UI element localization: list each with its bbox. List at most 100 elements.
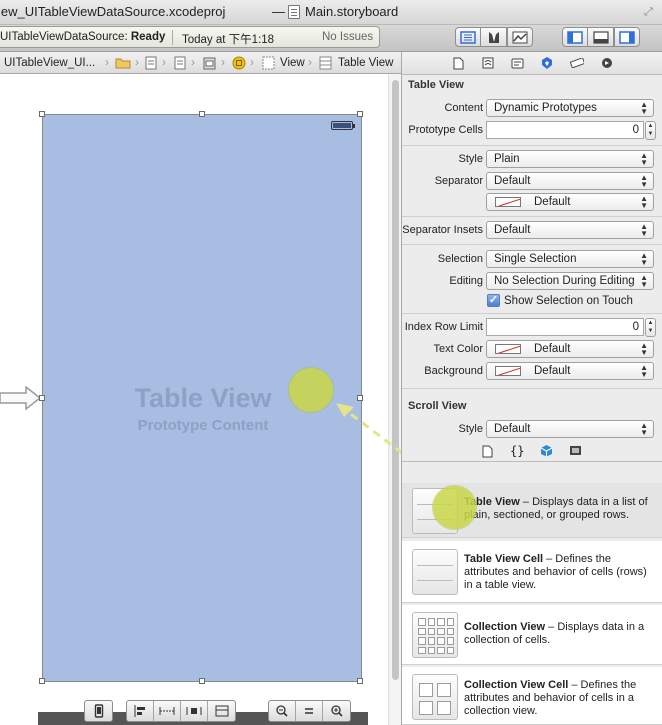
popup-arrows-icon: ▲ ▼ <box>640 194 648 210</box>
background-label: Background <box>424 365 483 377</box>
code-snippet-tab[interactable]: {} <box>510 444 524 458</box>
zoom-out-icon <box>276 705 288 717</box>
separator-insets-value: Default <box>494 224 531 236</box>
prototype-cells-stepper[interactable]: ▲ ▼ <box>645 121 656 140</box>
resizing-button[interactable] <box>208 701 235 721</box>
attributes-icon <box>542 57 552 69</box>
background-value: Default <box>534 365 571 377</box>
show-selection-checkbox[interactable]: ✓ <box>487 294 500 307</box>
utilities-toggle-button[interactable] <box>614 27 640 47</box>
storyboard-icon <box>288 5 300 19</box>
file-inspector-tab[interactable] <box>451 56 465 70</box>
window-titlebar: iew_UITableViewDataSource.xcodeproj — Ma… <box>0 0 662 25</box>
collection-view-cell-thumbnail-icon <box>412 674 458 720</box>
jump-bar: UITableView_UI... › › › › › › View › Tab… <box>0 52 401 74</box>
popup-arrows-icon: ▲ ▼ <box>640 421 648 437</box>
text-color-value: Default <box>534 343 571 355</box>
text-color-label: Text Color <box>433 343 483 355</box>
index-row-limit-stepper[interactable]: ▲ ▼ <box>645 318 656 337</box>
editing-popup[interactable]: No Selection During Editing ▲ ▼ <box>486 272 654 290</box>
resize-handle[interactable] <box>39 111 45 117</box>
connections-icon <box>602 58 612 68</box>
library-tabs: {} <box>402 440 662 462</box>
storyboard-file-icon[interactable] <box>174 56 186 70</box>
size-inspector-tab[interactable] <box>570 56 584 70</box>
selection-popup[interactable]: Single Selection ▲ ▼ <box>486 250 654 268</box>
quick-help-tab[interactable] <box>481 56 495 70</box>
storyboard-file-icon[interactable] <box>145 56 157 70</box>
file-icon <box>453 57 463 69</box>
jump-item-project[interactable]: UITableView_UI... <box>4 57 95 69</box>
jump-item-table-view[interactable]: Table View <box>338 57 393 69</box>
title-separator: — <box>272 4 285 19</box>
initial-scene-arrow-icon <box>0 386 42 411</box>
main-toolbar: UITableViewDataSource: Ready Today at 下午… <box>0 25 662 52</box>
index-row-limit-field[interactable]: 0 <box>486 318 644 336</box>
separator-insets-popup[interactable]: Default ▲ ▼ <box>486 221 654 239</box>
chevron-right-icon: › <box>135 55 139 69</box>
attributes-inspector-tab[interactable] <box>540 56 554 70</box>
resize-handle[interactable] <box>357 111 363 117</box>
standard-editor-button[interactable] <box>455 27 481 47</box>
library-item-table-view-cell[interactable]: Table View Cell – Defines the attributes… <box>402 541 662 603</box>
scroll-style-popup[interactable]: Default ▲ ▼ <box>486 420 654 438</box>
prototype-cells-field[interactable]: 0 <box>486 121 644 139</box>
separator-popup[interactable]: Default ▲ ▼ <box>486 172 654 190</box>
document-outline-button[interactable] <box>85 701 112 721</box>
separator-color-popup[interactable]: Default ▲ ▼ <box>486 193 654 211</box>
resize-handle[interactable] <box>357 678 363 684</box>
library-item-text: Collection View Cell – Defines the attri… <box>464 679 654 718</box>
scrollbar-thumb[interactable] <box>392 80 399 680</box>
popup-arrows-icon: ▲ ▼ <box>640 173 648 189</box>
folder-icon[interactable] <box>115 56 131 69</box>
prototype-cells-label: Prototype Cells <box>408 124 483 136</box>
assistant-editor-button[interactable] <box>481 27 507 47</box>
media-library-tab[interactable] <box>569 445 582 459</box>
fullscreen-icon[interactable]: ⤢ <box>644 6 656 18</box>
version-editor-button[interactable] <box>507 27 533 47</box>
zoom-out-button[interactable] <box>269 701 296 721</box>
tuxedo-icon <box>488 32 499 43</box>
background-color-popup[interactable]: Default ▲ ▼ <box>486 362 654 380</box>
popup-arrows-icon: ▲ ▼ <box>640 363 648 379</box>
section-divider <box>402 145 662 146</box>
chevron-right-icon: › <box>221 55 225 69</box>
resolve-button[interactable] <box>181 701 208 721</box>
file-title: Main.storyboard <box>305 4 399 19</box>
identity-inspector-tab[interactable] <box>510 56 524 70</box>
resize-handle[interactable] <box>39 395 45 401</box>
zoom-fit-button[interactable] <box>296 701 323 721</box>
navigator-toggle-button[interactable] <box>562 27 588 47</box>
touch-indicator-start <box>289 368 333 412</box>
resize-handle[interactable] <box>199 678 205 684</box>
library-item-title: Collection View <box>464 621 546 633</box>
zoom-in-button[interactable] <box>323 701 350 721</box>
film-icon <box>570 446 581 455</box>
object-library-tab[interactable] <box>540 444 553 460</box>
text-color-popup[interactable]: Default ▲ ▼ <box>486 340 654 358</box>
braces-icon: {} <box>510 444 525 458</box>
align-button[interactable] <box>127 701 154 721</box>
library-item-collection-view-cell[interactable]: Collection View Cell – Defines the attri… <box>402 667 662 725</box>
resize-handle[interactable] <box>39 678 45 684</box>
file-template-tab[interactable] <box>482 445 493 461</box>
connections-inspector-tab[interactable] <box>600 56 614 70</box>
view-controller-icon[interactable] <box>232 56 246 70</box>
library-item-collection-view[interactable]: Collection View – Displays data in a col… <box>402 605 662 665</box>
view-icon[interactable] <box>262 56 275 70</box>
project-title: iew_UITableViewDataSource.xcodeproj <box>0 4 226 19</box>
scroll-style-label: Style <box>458 423 483 435</box>
debug-toggle-button[interactable] <box>588 27 614 47</box>
status-project: UITableViewDataSource: Ready <box>0 31 166 43</box>
touch-indicator-drag <box>433 486 476 529</box>
bottom-panel-icon <box>592 30 609 44</box>
scene-icon[interactable] <box>203 56 216 70</box>
table-view-icon[interactable] <box>319 56 332 70</box>
content-popup[interactable]: Dynamic Prototypes ▲ ▼ <box>486 99 654 117</box>
jump-item-view[interactable]: View <box>280 57 305 69</box>
library-item-title: Table View Cell <box>464 553 544 565</box>
style-popup[interactable]: Plain ▲ ▼ <box>486 150 654 168</box>
battery-icon <box>331 121 355 130</box>
resize-handle[interactable] <box>199 111 205 117</box>
pin-button[interactable] <box>154 701 181 721</box>
